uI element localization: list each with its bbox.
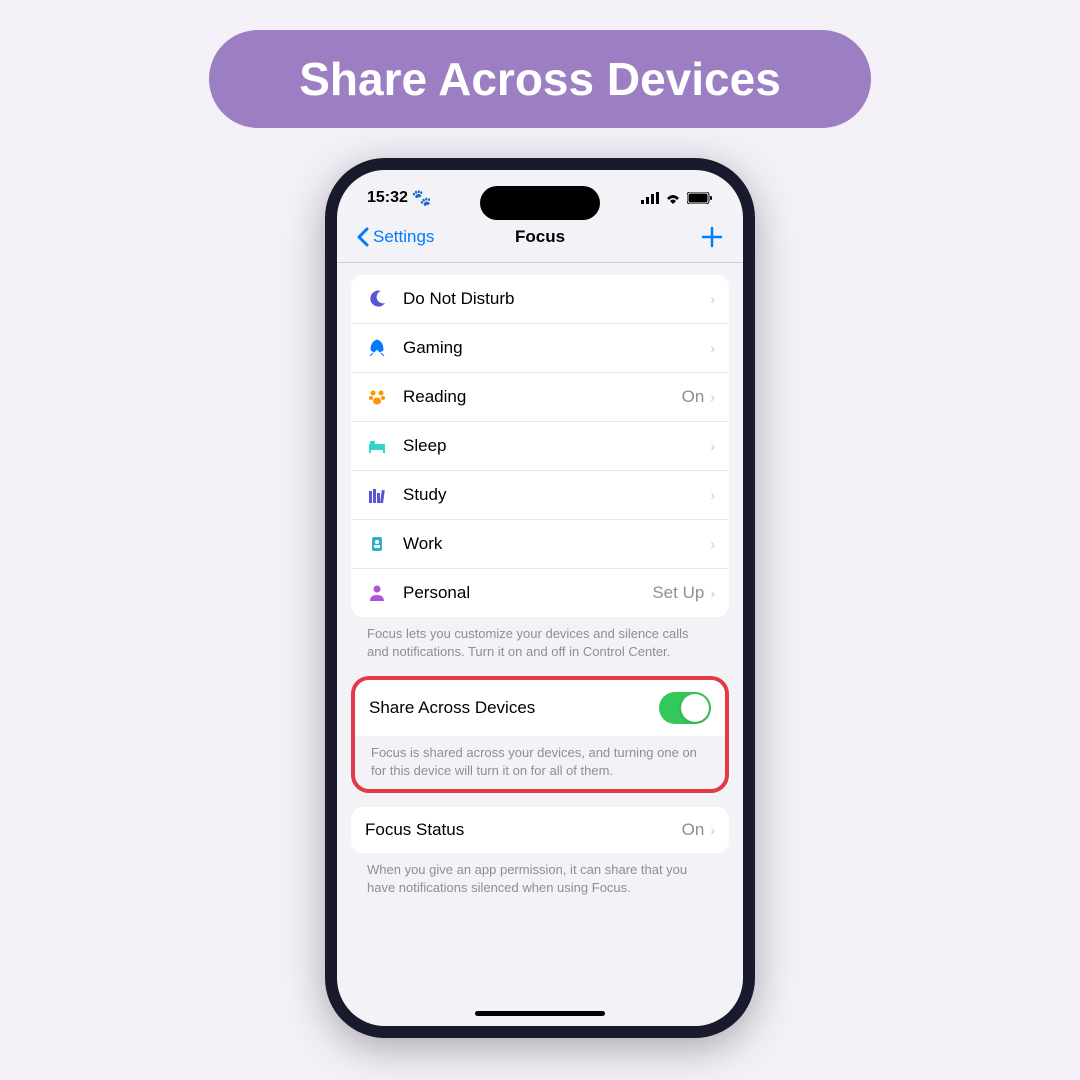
focus-footer: Focus lets you customize your devices an…: [351, 617, 729, 676]
item-label: Reading: [403, 387, 682, 407]
nav-title: Focus: [515, 227, 565, 247]
focus-status-group: Focus Status On ›: [351, 807, 729, 853]
battery-icon: [687, 192, 713, 204]
chevron-right-icon: ›: [710, 340, 715, 356]
chevron-right-icon: ›: [710, 389, 715, 405]
focus-modes-list: Do Not Disturb › Gaming › Read: [351, 275, 729, 617]
chevron-left-icon: [357, 227, 369, 247]
item-value: On: [682, 387, 705, 407]
add-button[interactable]: [701, 226, 723, 248]
focus-item-reading[interactable]: Reading On ›: [351, 373, 729, 422]
moon-icon: [365, 287, 389, 311]
home-indicator[interactable]: [475, 1011, 605, 1016]
nav-bar: Settings Focus: [337, 216, 743, 263]
chevron-right-icon: ›: [710, 438, 715, 454]
banner-title: Share Across Devices: [299, 53, 781, 105]
focus-item-personal[interactable]: Personal Set Up ›: [351, 569, 729, 617]
wifi-icon: [665, 192, 681, 204]
books-icon: [365, 483, 389, 507]
phone-screen: 15:32 🐾 Settings Focus: [337, 170, 743, 1026]
rocket-icon: [365, 336, 389, 360]
phone-frame: 15:32 🐾 Settings Focus: [325, 158, 755, 1038]
chevron-right-icon: ›: [710, 487, 715, 503]
item-label: Work: [403, 534, 704, 554]
status-time: 15:32: [367, 189, 408, 207]
share-across-devices-row[interactable]: Share Across Devices: [355, 680, 725, 736]
item-label: Personal: [403, 583, 652, 603]
focus-item-study[interactable]: Study ›: [351, 471, 729, 520]
item-label: Gaming: [403, 338, 704, 358]
page-banner: Share Across Devices: [209, 30, 871, 128]
person-icon: [365, 581, 389, 605]
back-label: Settings: [373, 227, 434, 247]
share-toggle[interactable]: [659, 692, 711, 724]
paw-icon: 🐾: [412, 188, 432, 208]
plus-icon: [701, 226, 723, 248]
item-label: Do Not Disturb: [403, 289, 704, 309]
chevron-right-icon: ›: [710, 536, 715, 552]
back-button[interactable]: Settings: [357, 227, 434, 247]
paw-icon: [365, 385, 389, 409]
cellular-icon: [641, 192, 659, 204]
focus-status-row[interactable]: Focus Status On ›: [351, 807, 729, 853]
focus-status-value: On: [682, 820, 705, 840]
chevron-right-icon: ›: [710, 585, 715, 601]
chevron-right-icon: ›: [710, 291, 715, 307]
focus-item-work[interactable]: Work ›: [351, 520, 729, 569]
bed-icon: [365, 434, 389, 458]
focus-status-label: Focus Status: [365, 820, 682, 840]
item-label: Study: [403, 485, 704, 505]
dynamic-island: [480, 186, 600, 220]
chevron-right-icon: ›: [710, 822, 715, 838]
share-footer: Focus is shared across your devices, and…: [355, 736, 725, 789]
focus-status-footer: When you give an app permission, it can …: [351, 853, 729, 912]
share-group: Share Across Devices: [355, 680, 725, 736]
item-value: Set Up: [652, 583, 704, 603]
focus-item-sleep[interactable]: Sleep ›: [351, 422, 729, 471]
badge-icon: [365, 532, 389, 556]
item-label: Sleep: [403, 436, 704, 456]
highlight-annotation: Share Across Devices Focus is shared acr…: [351, 676, 729, 793]
focus-item-do-not-disturb[interactable]: Do Not Disturb ›: [351, 275, 729, 324]
content-area: Do Not Disturb › Gaming › Read: [337, 263, 743, 924]
focus-item-gaming[interactable]: Gaming ›: [351, 324, 729, 373]
share-label: Share Across Devices: [369, 698, 659, 718]
